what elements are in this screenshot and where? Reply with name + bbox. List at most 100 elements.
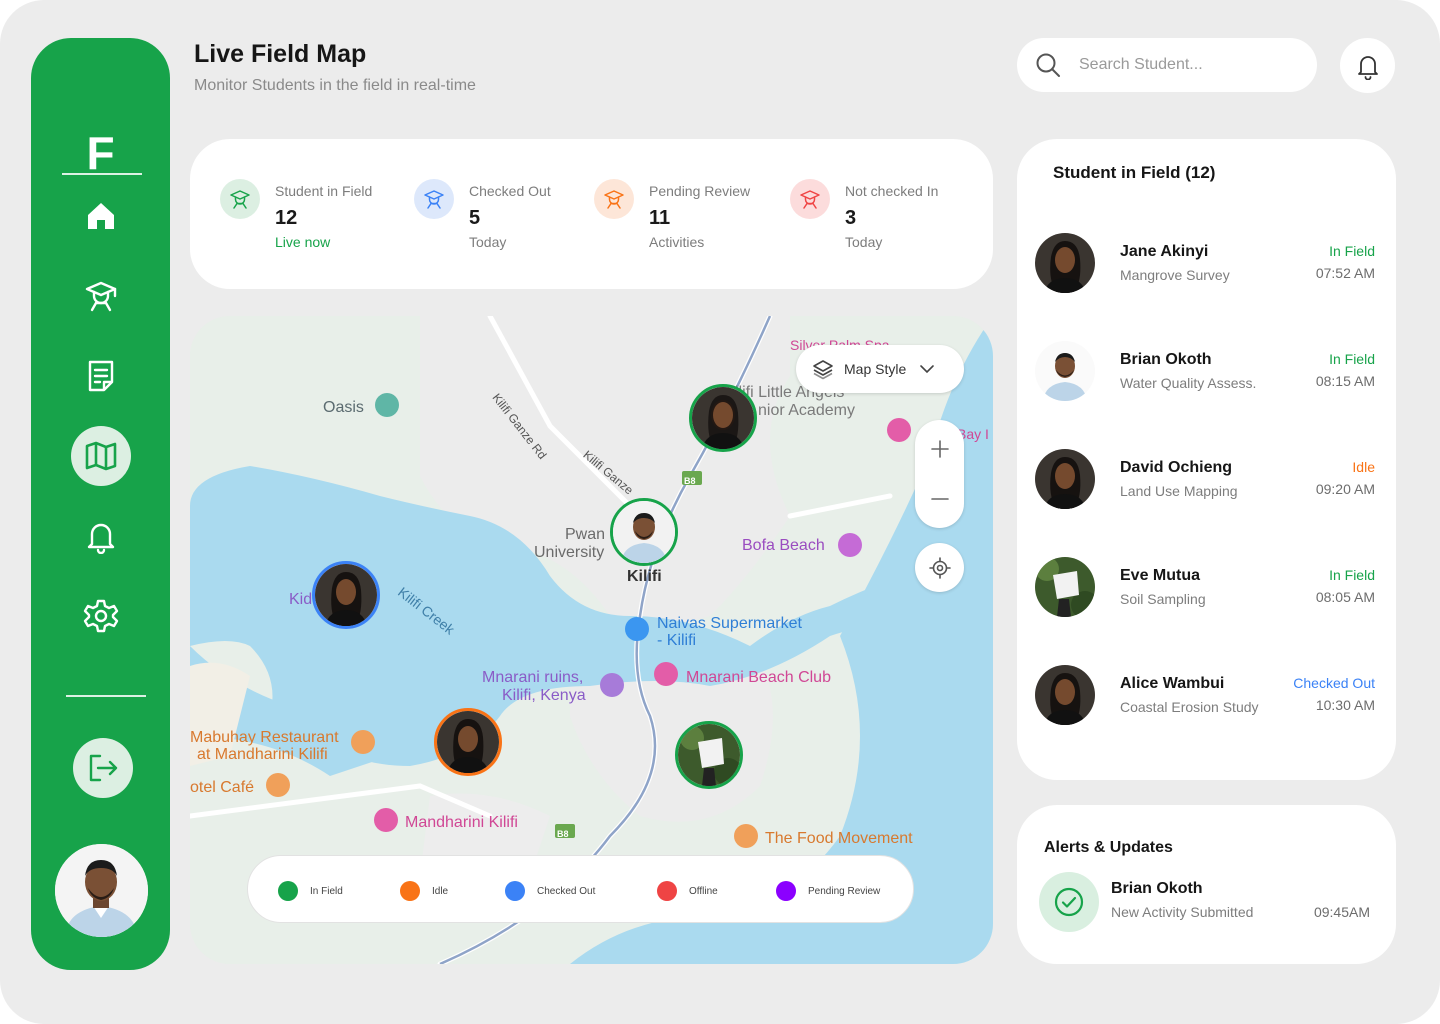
legend-label: Checked Out bbox=[537, 885, 596, 897]
zoom-controls bbox=[915, 420, 964, 528]
gear-icon bbox=[83, 599, 119, 633]
chevron-down-icon bbox=[920, 365, 935, 374]
page-title: Live Field Map bbox=[194, 40, 367, 68]
nav-map[interactable] bbox=[71, 426, 131, 486]
stat-value: 11 bbox=[649, 207, 671, 229]
avatar-photo bbox=[678, 724, 740, 786]
legend-item: Idle bbox=[400, 881, 448, 901]
locate-me-button[interactable] bbox=[915, 543, 964, 592]
map-label: Mandharini Kilifi bbox=[405, 814, 518, 831]
app-frame: F Live Field Map Monitor Students in the… bbox=[0, 0, 1440, 1024]
students-panel-title: Student in Field (12) bbox=[1053, 163, 1216, 182]
home-icon bbox=[88, 203, 114, 229]
alert-item[interactable]: Brian Okoth New Activity Submitted 09:45… bbox=[1039, 872, 1374, 932]
student-status: In Field bbox=[1329, 567, 1375, 583]
alert-time: 09:45AM bbox=[1313, 904, 1370, 920]
map-label: Kilifi, Kenya bbox=[502, 687, 586, 704]
student-time: 08:05 AM bbox=[1315, 589, 1375, 605]
map-label: nior Academy bbox=[758, 402, 855, 419]
student-pin-in-field[interactable] bbox=[675, 721, 743, 789]
stat-value: 3 bbox=[845, 207, 857, 229]
student-avatar bbox=[1035, 233, 1095, 293]
student-row[interactable]: Brian Okoth Water Quality Assess. In Field… bbox=[1035, 341, 1375, 403]
search-box[interactable] bbox=[1017, 38, 1317, 92]
stat-sub: Activities bbox=[649, 234, 705, 250]
student-row[interactable]: Alice Wambui Coastal Erosion Study Checked… bbox=[1035, 665, 1375, 727]
legend-label: In Field bbox=[310, 885, 343, 897]
stat-sub: Today bbox=[469, 234, 507, 250]
stat-label: Pending Review bbox=[649, 183, 751, 199]
logout-button[interactable] bbox=[73, 738, 133, 798]
map-label: Oasis bbox=[323, 399, 364, 416]
check-circle-icon bbox=[1054, 887, 1084, 917]
map-icon bbox=[85, 441, 117, 471]
zoom-in-button[interactable] bbox=[915, 424, 964, 474]
student-row[interactable]: Eve Mutua Soil Sampling In Field 08:05 AM bbox=[1035, 557, 1375, 619]
student-name: David Ochieng bbox=[1120, 459, 1233, 476]
sidebar-divider bbox=[66, 695, 146, 697]
student-avatar bbox=[1035, 665, 1095, 725]
document-icon bbox=[88, 360, 114, 392]
alerts-title: Alerts & Updates bbox=[1044, 839, 1173, 856]
stat-sub: Today bbox=[845, 234, 883, 250]
layers-icon bbox=[813, 360, 833, 380]
nav-students[interactable] bbox=[71, 266, 131, 326]
student-name: Eve Mutua bbox=[1120, 567, 1201, 584]
sidebar-divider bbox=[62, 173, 142, 175]
nav-reports[interactable] bbox=[71, 346, 131, 406]
legend-item: In Field bbox=[278, 881, 343, 901]
student-cap-icon bbox=[594, 179, 634, 219]
road-badge: B8 bbox=[684, 476, 696, 486]
map-label: - Kilifi bbox=[657, 632, 697, 649]
student-pin-idle[interactable] bbox=[434, 708, 502, 776]
stat-value: 5 bbox=[469, 207, 481, 229]
logout-icon bbox=[89, 754, 118, 782]
avatar-photo bbox=[437, 711, 499, 773]
minus-icon bbox=[930, 498, 949, 500]
student-pin-checked-out[interactable] bbox=[312, 561, 380, 629]
nav-home[interactable] bbox=[71, 186, 131, 246]
nav-settings[interactable] bbox=[71, 586, 131, 646]
alerts-panel: Alerts & Updates Brian Okoth New Activit… bbox=[1017, 805, 1396, 964]
legend-dot bbox=[278, 881, 298, 901]
student-status: In Field bbox=[1329, 351, 1375, 367]
user-avatar[interactable] bbox=[55, 844, 148, 937]
legend-item: Checked Out bbox=[505, 881, 595, 901]
student-time: 10:30 AM bbox=[1315, 697, 1375, 713]
avatar-photo bbox=[315, 564, 377, 626]
zoom-out-button[interactable] bbox=[915, 474, 964, 524]
map-label: University bbox=[534, 544, 605, 561]
app-logo: F bbox=[86, 127, 115, 179]
map-label: Pwan bbox=[565, 526, 606, 543]
student-cap-icon bbox=[790, 179, 830, 219]
legend-dot bbox=[400, 881, 420, 901]
student-row[interactable]: David Ochieng Land Use Mapping Idle 09:20 A… bbox=[1035, 449, 1375, 511]
student-activity: Soil Sampling bbox=[1120, 591, 1206, 607]
map-label: The Food Movement bbox=[765, 830, 913, 847]
alert-icon-wrap bbox=[1039, 872, 1099, 932]
map-label: at Mandharini Kilifi bbox=[197, 746, 328, 763]
student-time: 07:52 AM bbox=[1315, 265, 1375, 281]
legend-item: Pending Review bbox=[776, 881, 880, 901]
student-pin-in-field[interactable] bbox=[610, 498, 678, 566]
legend-dot bbox=[657, 881, 677, 901]
student-cap-icon bbox=[414, 179, 454, 219]
student-status: In Field bbox=[1329, 243, 1375, 259]
bell-icon bbox=[1357, 55, 1378, 80]
notifications-button[interactable] bbox=[1340, 38, 1395, 93]
map-style-button[interactable]: Map Style bbox=[796, 345, 964, 393]
student-name: Jane Akinyi bbox=[1120, 243, 1209, 260]
students-panel: Student in Field (12) Jane Akinyi Mangrov… bbox=[1017, 139, 1396, 780]
live-map[interactable]: Oasis Pwan University Kilifi Bofa Beach … bbox=[190, 316, 993, 964]
legend-label: Pending Review bbox=[808, 885, 881, 897]
nav-notifications[interactable] bbox=[71, 506, 131, 566]
student-cap-icon bbox=[220, 179, 260, 219]
student-pin-in-field[interactable] bbox=[689, 384, 757, 452]
student-status: Checked Out bbox=[1293, 675, 1375, 691]
road-badge: B8 bbox=[557, 829, 569, 839]
plus-icon bbox=[930, 440, 949, 458]
student-row[interactable]: Jane Akinyi Mangrove Survey In Field 07:52 … bbox=[1035, 233, 1375, 295]
search-input[interactable] bbox=[1079, 46, 1299, 84]
map-label: Mnarani ruins, bbox=[482, 669, 584, 686]
avatar-photo bbox=[613, 501, 675, 563]
